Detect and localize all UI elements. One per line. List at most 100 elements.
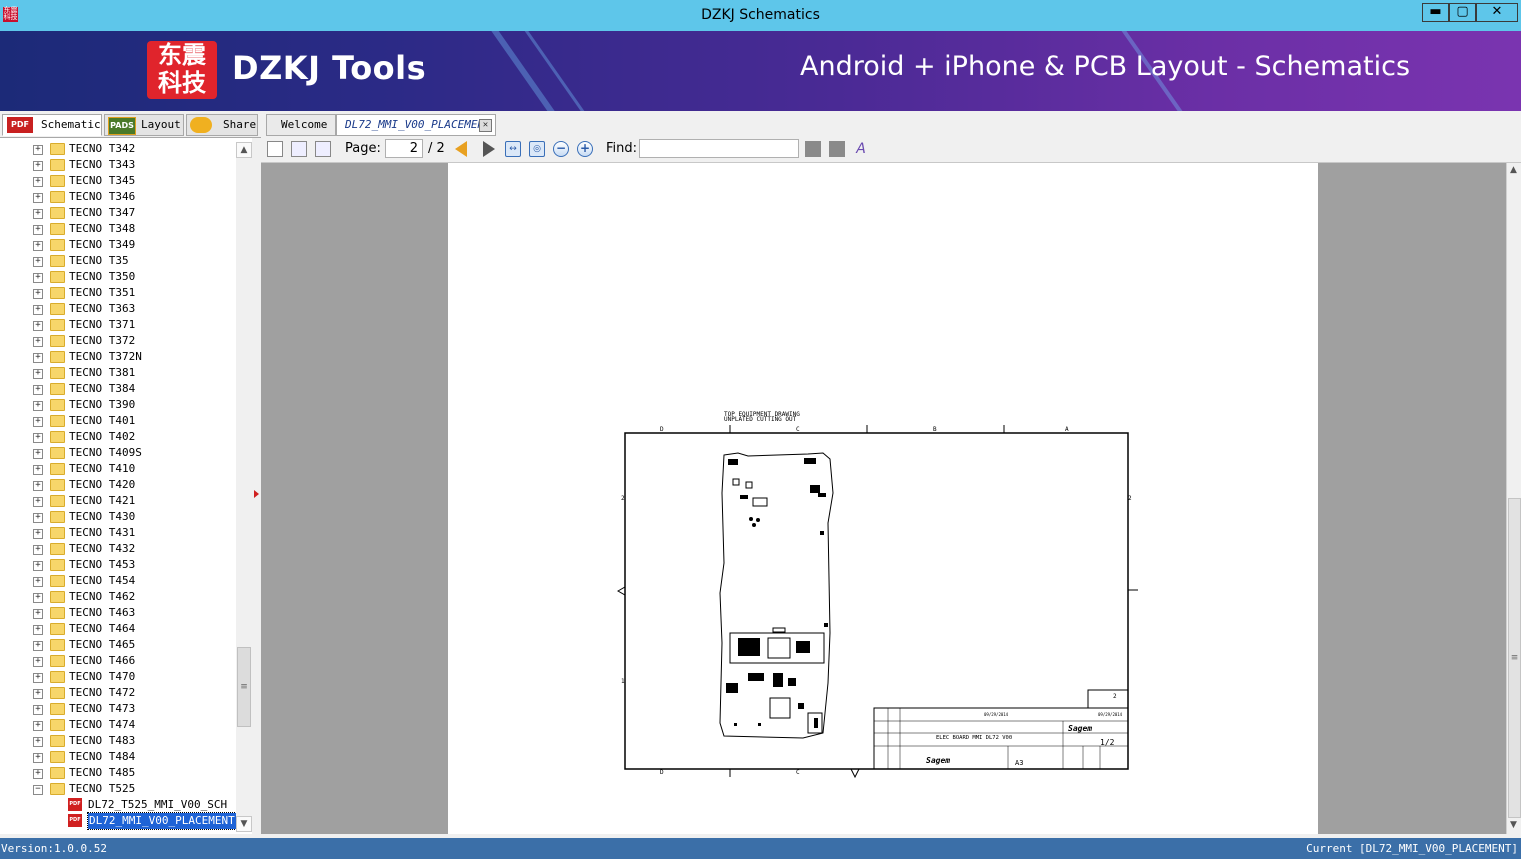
zoom-out-icon[interactable]: −: [553, 141, 569, 157]
expand-icon[interactable]: +: [33, 737, 43, 747]
scroll-thumb[interactable]: ≡: [1508, 498, 1521, 818]
expand-icon[interactable]: +: [33, 689, 43, 699]
expand-icon[interactable]: +: [33, 593, 43, 603]
tree-folder[interactable]: + TECNO T470: [0, 669, 236, 685]
tree-folder[interactable]: + TECNO T463: [0, 605, 236, 621]
expand-icon[interactable]: +: [33, 641, 43, 651]
scroll-thumb[interactable]: ≡: [237, 647, 251, 727]
previous-page-icon[interactable]: [455, 141, 467, 157]
tree-folder[interactable]: + TECNO T35: [0, 253, 236, 269]
expand-icon[interactable]: +: [33, 225, 43, 235]
tree-folder[interactable]: + TECNO T371: [0, 317, 236, 333]
tree-folder[interactable]: + TECNO T430: [0, 509, 236, 525]
expand-icon[interactable]: +: [33, 321, 43, 331]
tree-folder[interactable]: + TECNO T421: [0, 493, 236, 509]
tab-share[interactable]: Share: [186, 114, 258, 136]
next-page-icon[interactable]: [483, 141, 495, 157]
tree-folder[interactable]: + TECNO T454: [0, 573, 236, 589]
expand-icon[interactable]: +: [33, 305, 43, 315]
tab-layout[interactable]: PADS Layout: [104, 114, 184, 136]
expand-icon[interactable]: +: [33, 145, 43, 155]
print-icon[interactable]: [315, 141, 331, 157]
expand-icon[interactable]: +: [33, 417, 43, 427]
tree-folder[interactable]: + TECNO T350: [0, 269, 236, 285]
expand-icon[interactable]: +: [33, 561, 43, 571]
tree-folder[interactable]: + TECNO T465: [0, 637, 236, 653]
expand-icon[interactable]: +: [33, 545, 43, 555]
tree-file[interactable]: PDF DL72_T525_MMI_V00_SCH: [0, 797, 236, 813]
close-button[interactable]: ✕: [1476, 3, 1518, 22]
close-tab-icon[interactable]: ✕: [479, 119, 492, 132]
expand-icon[interactable]: +: [33, 401, 43, 411]
open-document-icon[interactable]: [267, 141, 283, 157]
find-next-icon[interactable]: [829, 141, 845, 157]
tree-folder[interactable]: + TECNO T474: [0, 717, 236, 733]
tree-folder[interactable]: + TECNO T345: [0, 173, 236, 189]
expand-icon[interactable]: +: [33, 385, 43, 395]
find-previous-icon[interactable]: [805, 141, 821, 157]
expand-icon[interactable]: +: [33, 705, 43, 715]
tree-folder[interactable]: + TECNO T347: [0, 205, 236, 221]
scroll-up-icon[interactable]: ▲: [236, 142, 252, 158]
expand-icon[interactable]: +: [33, 353, 43, 363]
tab-schematic[interactable]: PDF Schematic: [2, 114, 102, 136]
expand-icon[interactable]: +: [33, 177, 43, 187]
viewer-scrollbar[interactable]: ▲ ≡ ▼: [1506, 163, 1521, 834]
zoom-in-icon[interactable]: +: [577, 141, 593, 157]
tree-folder[interactable]: + TECNO T472: [0, 685, 236, 701]
expand-icon[interactable]: +: [33, 289, 43, 299]
expand-icon[interactable]: +: [33, 769, 43, 779]
tab-document[interactable]: DL72_MMI_V00_PLACEMENT ✕: [336, 114, 496, 136]
expand-icon[interactable]: +: [33, 625, 43, 635]
expand-icon[interactable]: +: [33, 753, 43, 763]
tree-folder[interactable]: + TECNO T473: [0, 701, 236, 717]
maximize-button[interactable]: ▢: [1449, 3, 1476, 22]
tree-folder[interactable]: + TECNO T410: [0, 461, 236, 477]
find-input[interactable]: [639, 139, 799, 158]
tree-folder[interactable]: + TECNO T464: [0, 621, 236, 637]
tree-folder[interactable]: + TECNO T466: [0, 653, 236, 669]
expand-icon[interactable]: +: [33, 369, 43, 379]
expand-icon[interactable]: +: [33, 657, 43, 667]
tree-folder[interactable]: + TECNO T381: [0, 365, 236, 381]
tree-folder[interactable]: + TECNO T346: [0, 189, 236, 205]
expand-icon[interactable]: +: [33, 241, 43, 251]
scroll-down-icon[interactable]: ▼: [236, 816, 252, 832]
document-viewer[interactable]: TOP EQUIPMENT DRAWING UNPLATED CUTTING O…: [261, 163, 1506, 834]
tree-folder[interactable]: + TECNO T485: [0, 765, 236, 781]
tree-folder[interactable]: + TECNO T343: [0, 157, 236, 173]
tree-folder[interactable]: + TECNO T420: [0, 477, 236, 493]
expand-icon[interactable]: +: [33, 209, 43, 219]
panel-splitter[interactable]: [252, 138, 261, 834]
expand-icon[interactable]: +: [33, 337, 43, 347]
tree-scrollbar[interactable]: ▲ ≡ ▼: [236, 142, 252, 832]
scroll-down-icon[interactable]: ▼: [1507, 818, 1520, 834]
expand-icon[interactable]: +: [33, 433, 43, 443]
tab-welcome[interactable]: Welcome: [266, 114, 336, 136]
tree-folder[interactable]: + TECNO T390: [0, 397, 236, 413]
expand-icon[interactable]: +: [33, 513, 43, 523]
fit-width-icon[interactable]: ↔: [505, 141, 521, 157]
expand-icon[interactable]: +: [33, 449, 43, 459]
tree-folder[interactable]: + TECNO T484: [0, 749, 236, 765]
tree-folder[interactable]: + TECNO T453: [0, 557, 236, 573]
page-number-input[interactable]: 2: [385, 139, 423, 158]
tree-folder[interactable]: + TECNO T409S: [0, 445, 236, 461]
expand-icon[interactable]: +: [33, 577, 43, 587]
expand-icon[interactable]: +: [33, 497, 43, 507]
expand-icon[interactable]: +: [33, 673, 43, 683]
highlight-text-icon[interactable]: A: [853, 141, 869, 157]
tree-folder[interactable]: + TECNO T402: [0, 429, 236, 445]
tree-folder[interactable]: + TECNO T462: [0, 589, 236, 605]
tree-file[interactable]: PDF DL72_MMI_V00_PLACEMENT: [0, 812, 237, 830]
fit-page-icon[interactable]: ◎: [529, 141, 545, 157]
tree-folder[interactable]: + TECNO T351: [0, 285, 236, 301]
expand-icon[interactable]: +: [33, 193, 43, 203]
collapse-icon[interactable]: −: [33, 785, 43, 795]
tree-folder[interactable]: + TECNO T432: [0, 541, 236, 557]
minimize-button[interactable]: ▬: [1422, 3, 1449, 22]
tree-folder[interactable]: + TECNO T431: [0, 525, 236, 541]
expand-icon[interactable]: +: [33, 609, 43, 619]
expand-icon[interactable]: +: [33, 273, 43, 283]
tree-folder[interactable]: + TECNO T372N: [0, 349, 236, 365]
